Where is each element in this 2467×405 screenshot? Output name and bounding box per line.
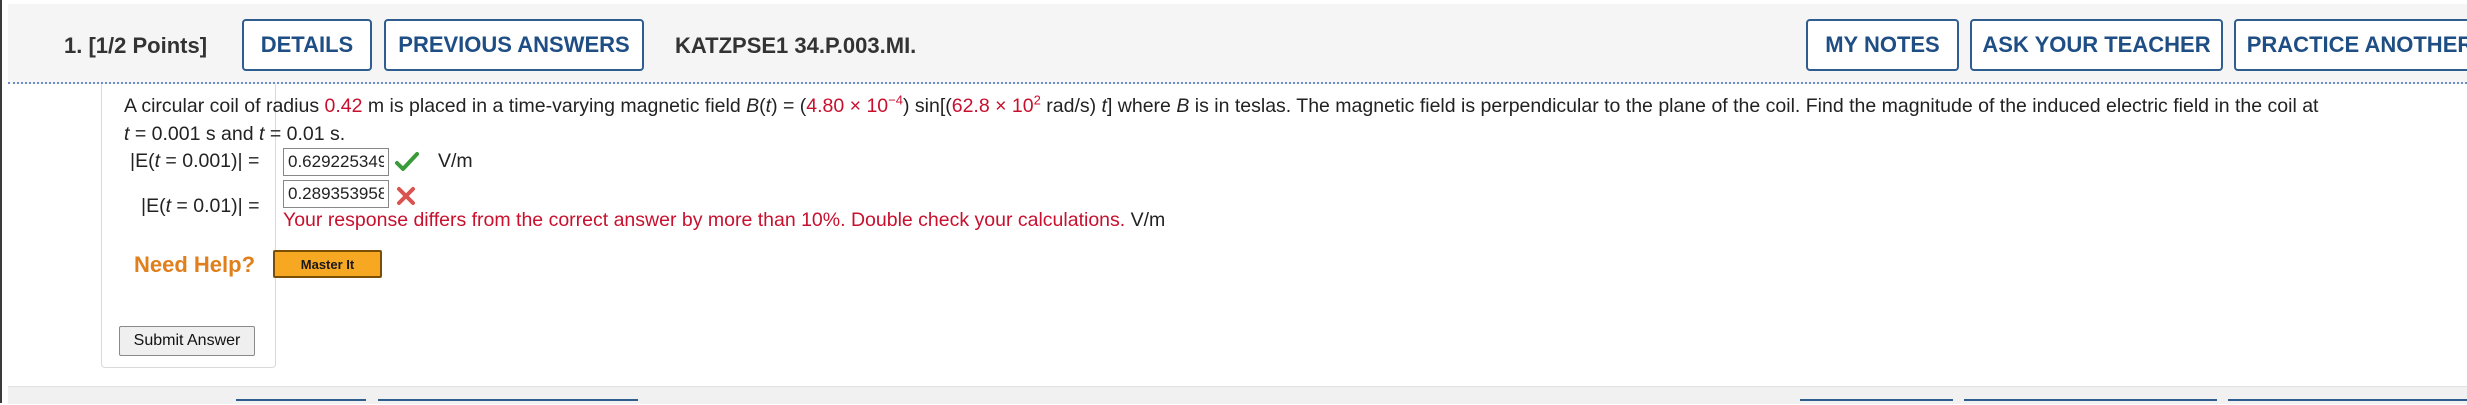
- answer-unit-1: V/m: [438, 150, 473, 172]
- x-icon: [396, 186, 416, 211]
- check-icon: [395, 151, 419, 178]
- question-index: 1.: [64, 33, 83, 58]
- details-button[interactable]: DETAILS: [242, 19, 372, 71]
- my-notes-button[interactable]: MY NOTES: [1806, 19, 1959, 71]
- master-it-button[interactable]: Master It: [273, 250, 382, 278]
- next-details-button[interactable]: [236, 399, 366, 405]
- next-ask-teacher-button[interactable]: [1964, 399, 2217, 405]
- feedback-message: Your response differs from the correct a…: [283, 209, 1166, 231]
- answer-input-2[interactable]: [283, 180, 389, 208]
- answer-input-1[interactable]: [283, 148, 389, 176]
- question-card: 1. [1/2 Points] DETAILS PREVIOUS ANSWERS…: [2, 0, 2467, 405]
- next-practice-button[interactable]: [2228, 399, 2467, 405]
- previous-answers-button[interactable]: PREVIOUS ANSWERS: [384, 19, 644, 71]
- need-help-label: Need Help?: [134, 252, 256, 277]
- radius-value: 0.42: [324, 95, 363, 117]
- ask-teacher-button[interactable]: ASK YOUR TEACHER: [1970, 19, 2223, 71]
- question-header: 1. [1/2 Points] DETAILS PREVIOUS ANSWERS…: [8, 4, 2467, 84]
- question-number: 1. [1/2 Points]: [64, 28, 207, 64]
- next-my-notes-button[interactable]: [1800, 399, 1953, 405]
- problem-statement: A circular coil of radius 0.42 m is plac…: [124, 92, 2319, 146]
- answer-label-2: |E(t = 0.01)| =: [141, 195, 260, 217]
- amplitude-value: 4.80 × 10−4: [806, 92, 903, 118]
- frequency-value: 62.8 × 102: [951, 92, 1041, 118]
- problem-id: KATZPSE1 34.P.003.MI.: [675, 33, 917, 58]
- answer-label-1: |E(t = 0.001)| =: [130, 150, 260, 172]
- question-points: [1/2 Points]: [88, 33, 208, 58]
- submit-answer-button[interactable]: Submit Answer: [119, 326, 255, 356]
- practice-another-button[interactable]: PRACTICE ANOTHER: [2234, 19, 2467, 71]
- next-previous-answers-button[interactable]: [378, 399, 638, 405]
